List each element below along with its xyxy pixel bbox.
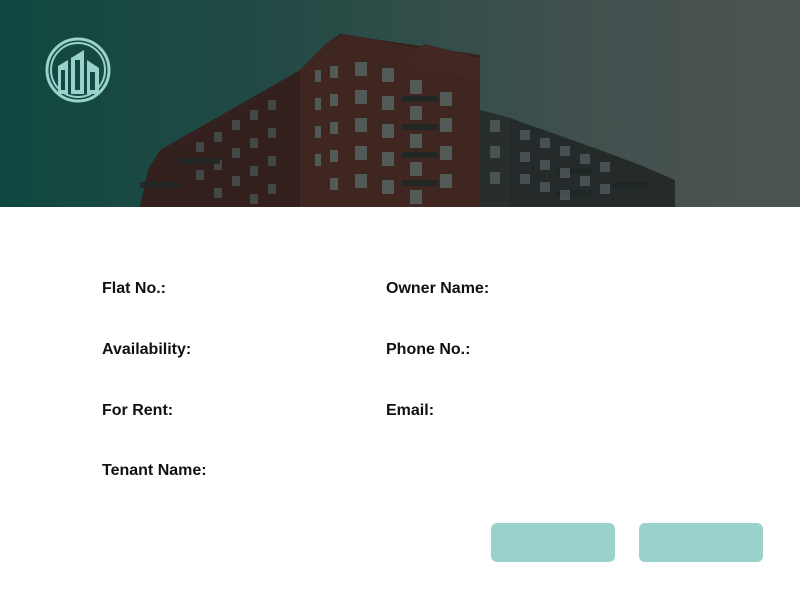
buildings-icon (44, 36, 112, 104)
phone-no-label: Phone No.: (386, 341, 471, 358)
tenant-name-label: Tenant Name: (102, 462, 207, 479)
owner-name-label: Owner Name: (386, 280, 490, 297)
flat-no-label: Flat No.: (102, 280, 166, 297)
header-banner (0, 0, 800, 207)
page: Flat No.: Availability: For Rent: Tenant… (0, 0, 800, 600)
building-photo (0, 0, 800, 207)
availability-label: Availability: (102, 341, 192, 358)
email-label: Email: (386, 402, 435, 419)
for-rent-label: For Rent: (102, 402, 174, 419)
flat-details-form: Flat No.: Availability: For Rent: Tenant… (0, 207, 800, 600)
primary-action-button[interactable] (491, 523, 615, 562)
secondary-action-button[interactable] (639, 523, 763, 562)
